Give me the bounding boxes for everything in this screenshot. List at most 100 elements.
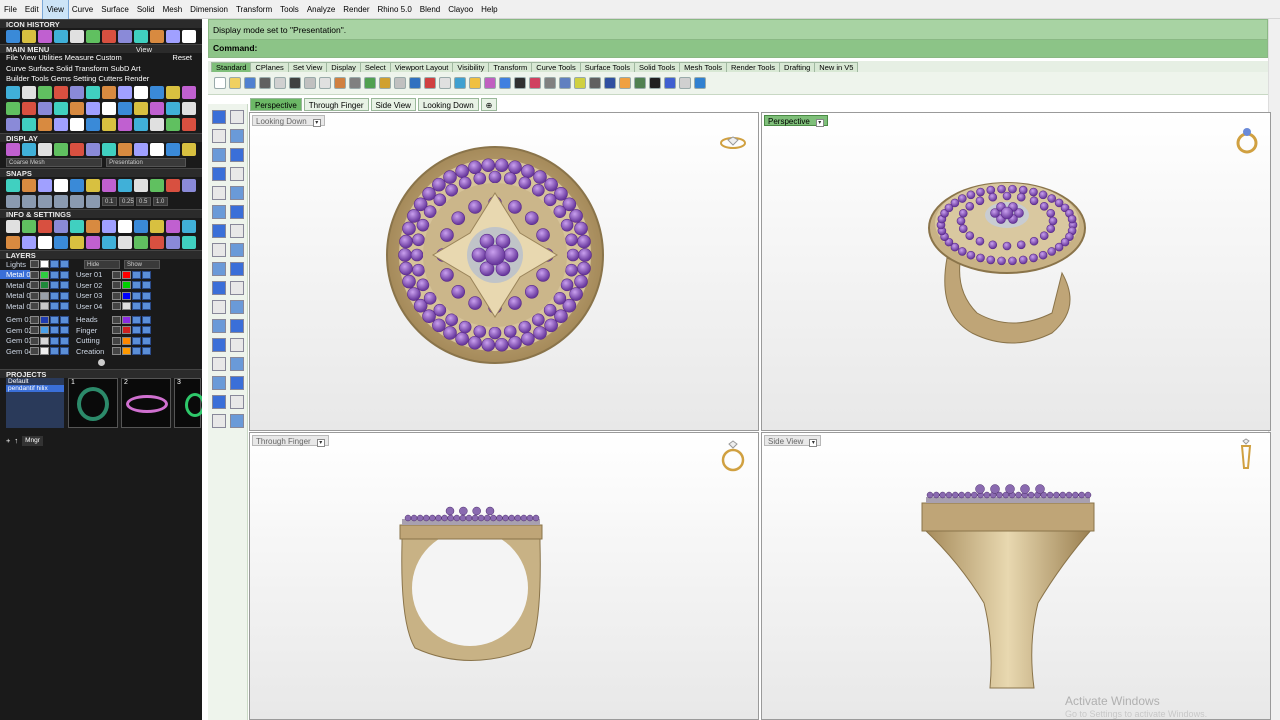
row-hist-tool-icon[interactable] xyxy=(150,29,164,43)
toolbar-tab-standard[interactable]: Standard xyxy=(211,62,252,72)
command-prompt[interactable]: Command: xyxy=(209,40,1267,57)
snap-tool-icon[interactable] xyxy=(6,194,20,208)
side-tool-icon[interactable] xyxy=(212,243,226,257)
toolbar-icon[interactable] xyxy=(664,77,676,89)
row-hist-tool-icon[interactable] xyxy=(6,29,20,43)
side-tool-icon[interactable] xyxy=(230,300,244,314)
layer-name[interactable]: User 01 xyxy=(76,270,112,279)
side-tool-icon[interactable] xyxy=(212,224,226,238)
side-tool-icon[interactable] xyxy=(212,300,226,314)
row-hist-tool-icon[interactable] xyxy=(70,29,84,43)
layer-toggle[interactable] xyxy=(112,315,121,324)
layer-visibility-btn[interactable] xyxy=(50,270,59,279)
row-info1-tool-icon[interactable] xyxy=(86,219,100,233)
row-b-tool-icon[interactable] xyxy=(86,102,100,115)
toolbar-tab-select[interactable]: Select xyxy=(359,62,391,72)
toolbar-icon[interactable] xyxy=(544,77,556,89)
toolbar-icon[interactable] xyxy=(454,77,466,89)
view-tab-side-view[interactable]: Side View xyxy=(370,98,416,111)
layer-color-swatch[interactable] xyxy=(122,347,131,356)
layer-visibility-btn[interactable] xyxy=(50,315,59,324)
row-disp-tool-icon[interactable] xyxy=(150,143,164,156)
row-disp-tool-icon[interactable] xyxy=(134,143,148,156)
row-hist-tool-icon[interactable] xyxy=(134,29,148,43)
menu-blend[interactable]: Blend xyxy=(416,0,444,19)
layer-color-swatch[interactable] xyxy=(122,315,131,324)
side-tool-icon[interactable] xyxy=(212,262,226,276)
layer-name[interactable]: Metal 01 xyxy=(0,270,30,280)
main-menu-row-1[interactable]: File View Utilities Measure Custom Reset xyxy=(0,53,202,64)
row-a-tool-icon[interactable] xyxy=(22,86,36,99)
viewport-looking-down[interactable]: Looking Down ▾ xyxy=(249,112,759,431)
row-hist-tool-icon[interactable] xyxy=(86,29,100,43)
up-project-icon[interactable]: ↑ xyxy=(14,436,18,447)
side-tool-icon[interactable] xyxy=(212,414,226,428)
toolbar-tab-set-view[interactable]: Set View xyxy=(287,62,328,72)
menu-file[interactable]: File xyxy=(0,0,21,19)
side-tool-icon[interactable] xyxy=(212,357,226,371)
row-info2-tool-icon[interactable] xyxy=(102,235,116,249)
layer-lock-btn[interactable] xyxy=(142,270,151,279)
side-tool-icon[interactable] xyxy=(212,148,226,162)
layer-lock-btn[interactable] xyxy=(142,326,151,335)
layer-lock-btn[interactable] xyxy=(142,347,151,356)
project-thumb-1[interactable]: 1 xyxy=(68,377,118,428)
toolbar-icon[interactable] xyxy=(574,77,586,89)
layer-color-swatch[interactable] xyxy=(122,302,131,311)
toolbar-icon[interactable] xyxy=(619,77,631,89)
reset-button[interactable]: Reset xyxy=(172,53,192,64)
layer-color-swatch[interactable] xyxy=(40,302,49,311)
side-tool-icon[interactable] xyxy=(230,376,244,390)
row-info1-tool-icon[interactable] xyxy=(150,219,164,233)
toolbar-tab-new-in-v5[interactable]: New in V5 xyxy=(814,62,859,72)
row-info2-tool-icon[interactable] xyxy=(22,235,36,249)
snap-tool-icon[interactable] xyxy=(54,194,68,208)
main-menu-row-2[interactable]: Curve Surface Solid Transform SubD Art xyxy=(0,64,202,75)
projects-header[interactable]: PROJECTS xyxy=(0,368,202,379)
row-b-tool-icon[interactable] xyxy=(166,102,180,115)
row-a-tool-icon[interactable] xyxy=(102,86,116,99)
main-menu-header[interactable]: MAIN MENU View xyxy=(0,44,202,54)
toolbar-tab-cplanes[interactable]: CPlanes xyxy=(250,62,289,72)
row-info2-tool-icon[interactable] xyxy=(166,235,180,249)
row-snap1-tool-icon[interactable] xyxy=(6,178,20,192)
display-combo-mesh[interactable]: Coarse Mesh xyxy=(6,158,102,168)
row-c-tool-icon[interactable] xyxy=(182,118,196,131)
layer-visibility-btn[interactable] xyxy=(132,302,141,311)
row-c-tool-icon[interactable] xyxy=(38,118,52,131)
row-snap1-tool-icon[interactable] xyxy=(86,178,100,192)
row-b-tool-icon[interactable] xyxy=(6,102,20,115)
viewport-through-finger[interactable]: Through Finger ▾ xyxy=(249,432,759,720)
row-info2-tool-icon[interactable] xyxy=(118,235,132,249)
layer-color-swatch[interactable] xyxy=(122,281,131,290)
snap-value-0[interactable]: 0.1 xyxy=(102,196,117,206)
toolbar-icon[interactable] xyxy=(364,77,376,89)
row-info1-tool-icon[interactable] xyxy=(22,219,36,233)
row-info1-tool-icon[interactable] xyxy=(54,219,68,233)
row-info1-tool-icon[interactable] xyxy=(166,219,180,233)
menu-mesh[interactable]: Mesh xyxy=(159,0,187,19)
layer-color-swatch[interactable] xyxy=(40,291,49,300)
layer-toggle[interactable] xyxy=(30,315,39,324)
row-c-tool-icon[interactable] xyxy=(166,118,180,131)
layer-lock-btn[interactable] xyxy=(60,336,69,345)
layer-toggle[interactable] xyxy=(112,302,121,311)
side-tool-icon[interactable] xyxy=(230,262,244,276)
toolbar-icon[interactable] xyxy=(469,77,481,89)
menu-render[interactable]: Render xyxy=(339,0,373,19)
layer-lock-btn[interactable] xyxy=(60,347,69,356)
menu-surface[interactable]: Surface xyxy=(97,0,133,19)
layer-visibility-btn[interactable] xyxy=(50,326,59,335)
side-tool-icon[interactable] xyxy=(212,129,226,143)
row-b-tool-icon[interactable] xyxy=(134,102,148,115)
side-tool-icon[interactable] xyxy=(230,110,244,124)
row-disp-tool-icon[interactable] xyxy=(22,143,36,156)
layer-visibility-btn[interactable] xyxy=(132,326,141,335)
lights-swatch[interactable] xyxy=(40,260,49,269)
view-tab-perspective[interactable]: Perspective xyxy=(250,98,302,111)
toolbar-icon[interactable] xyxy=(514,77,526,89)
project-item-pendant[interactable]: pendantif hilix xyxy=(6,384,64,392)
snap-value-3[interactable]: 1.0 xyxy=(153,196,168,206)
menu-solid[interactable]: Solid xyxy=(133,0,159,19)
layer-lock-btn[interactable] xyxy=(142,302,151,311)
